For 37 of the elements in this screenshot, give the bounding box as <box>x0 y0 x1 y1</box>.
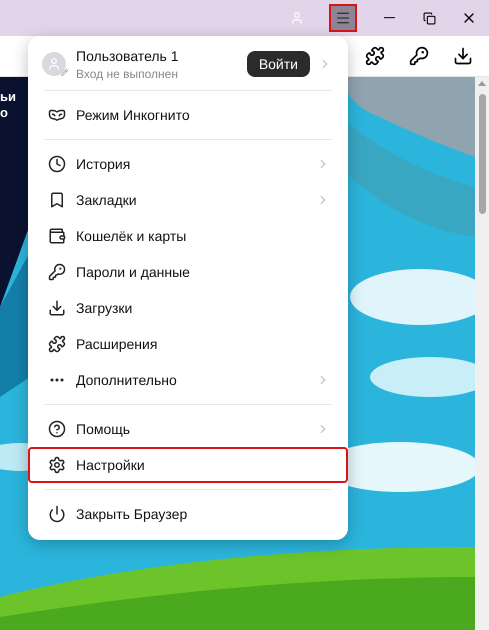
download-icon <box>48 299 66 317</box>
menu-item[interactable]: Расширения <box>28 326 348 362</box>
puzzle-icon <box>48 335 66 353</box>
key-icon <box>48 263 66 281</box>
menu-item[interactable]: Настройки <box>28 447 348 483</box>
login-status: Вход не выполнен <box>76 66 179 82</box>
menu-item[interactable]: Закладки <box>28 182 348 218</box>
bookmark-icon <box>48 191 66 209</box>
minimize-icon <box>384 17 394 19</box>
menu-item[interactable]: Дополнительно <box>28 362 348 398</box>
page-text: о <box>0 105 9 121</box>
user-name: Пользователь 1 <box>76 47 180 66</box>
extensions-button[interactable] <box>365 46 385 66</box>
more-icon <box>50 378 64 382</box>
menu-item[interactable]: Пароли и данные <box>28 254 348 290</box>
puzzle-icon <box>365 46 385 66</box>
restore-icon <box>422 12 436 24</box>
power-icon <box>48 505 66 523</box>
help-icon <box>48 420 66 438</box>
menu-item[interactable]: Закрыть Браузер <box>28 496 348 532</box>
wallet-icon <box>48 227 66 245</box>
download-icon <box>453 46 473 66</box>
menu-item[interactable]: Помощь <box>28 411 348 447</box>
avatar-icon <box>42 52 66 76</box>
key-icon <box>409 46 429 66</box>
menu-item[interactable]: Загрузки <box>28 290 348 326</box>
passwords-button[interactable] <box>409 46 429 66</box>
menu-icon <box>335 10 351 26</box>
login-button[interactable]: Войти <box>246 51 310 77</box>
menu-item[interactable]: Кошелёк и карты <box>28 218 348 254</box>
downloads-button[interactable] <box>453 46 473 66</box>
menu-item[interactable]: Режим Инкогнито <box>28 97 348 133</box>
menu-button[interactable] <box>329 4 357 32</box>
menu-item[interactable]: История <box>28 146 348 182</box>
settings-icon <box>48 456 66 474</box>
clock-icon <box>48 155 66 173</box>
page-text: ьи <box>0 89 16 105</box>
